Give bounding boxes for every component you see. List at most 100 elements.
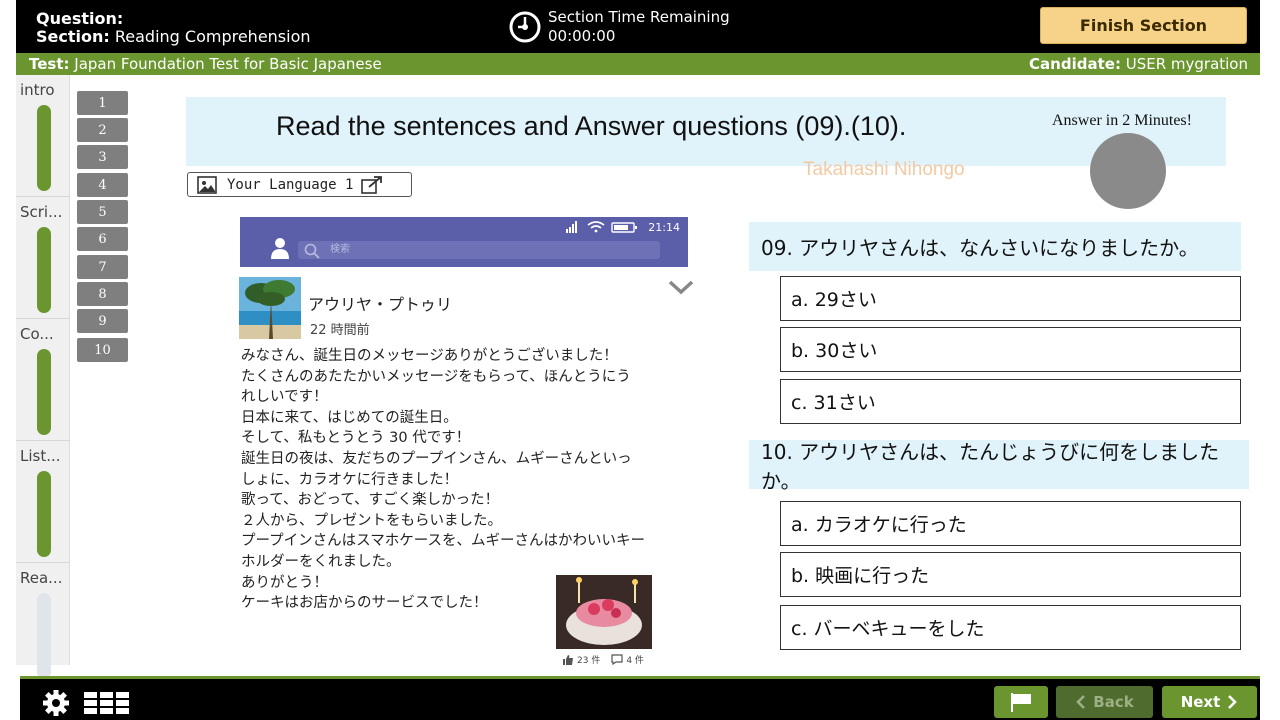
next-button[interactable]: Next [1162,686,1257,718]
section-progress-bar [37,349,51,435]
post-line: プープインさんはスマホケースを、ムギーさんはかわいいキー [241,533,645,550]
post-line: 日本に来て、はじめての誕生日。 [241,409,458,426]
question-number-button[interactable]: 7 [77,255,128,279]
section-script[interactable]: Scri... [16,197,70,319]
timer-value: 00:00:00 [548,27,616,45]
test-window: Question: Section: Reading Comprehension… [0,0,1280,720]
external-link-icon [361,175,383,194]
post-reactions: 23 件 4 件 [562,653,644,666]
clock-icon [509,11,541,43]
section-nav: intro Scri... Co... List... Rea... [16,75,70,679]
section-progress-bar [37,593,51,679]
post-line: 歌って、おどって、すごく楽しかった！ [241,492,500,509]
section-label: Section: [36,27,110,46]
post-line: みなさん、誕生日のメッセージありがとうございました！ [241,348,618,364]
left-gutter [0,0,16,720]
like-icon [563,655,573,665]
question-09-text: 09. アウリヤさんは、なんさいになりましたか。 [749,222,1241,271]
section-label: Scri... [20,203,63,221]
post-line: たくさんのあたたかいメッセージをもらって、ほんとうにう [241,368,631,385]
chevron-right-icon [1228,695,1238,709]
chevron-left-icon [1076,695,1086,709]
question-number-button[interactable]: 3 [77,145,128,169]
instruction-text: Read the sentences and Answer questions … [276,111,907,141]
back-button[interactable]: Back [1056,686,1153,718]
test-label: Test: [29,55,70,73]
finish-section-button[interactable]: Finish Section [1040,7,1247,44]
section-value: Reading Comprehension [114,27,311,46]
question-number-button[interactable]: 8 [77,282,128,306]
q10-option-b[interactable]: b. 映画に行った [780,552,1241,597]
section-label: Rea... [20,569,63,587]
section-label: List... [20,447,61,465]
flag-button[interactable] [994,686,1048,718]
search-field: 検索 [298,241,660,259]
like-count: 23 件 [577,656,601,666]
section-intro[interactable]: intro [16,75,70,197]
candidate-label: Candidate: [1029,55,1121,73]
question-number-button[interactable]: 2 [77,118,128,142]
image-icon [197,175,217,194]
question-10-text: 10. アウリヤさんは、たんじょうびに何をしましたか。 [749,440,1249,493]
q09-option-a[interactable]: a. 29さい [780,276,1241,321]
post-line: れしいです！ [241,389,328,406]
language-label: Your Language 1 [227,176,354,193]
question-number-button[interactable]: 4 [77,173,128,197]
post-line: そして、私もとうとう 30 代です！ [241,430,471,447]
timer-title: Section Time Remaining [548,8,730,26]
grid-menu-icon[interactable] [84,692,130,714]
post-line: ２人から、プレゼントをもらいました。 [241,512,502,529]
phone-app-bar: 21:14 検索 [240,217,688,267]
answer-time-note: Answer in 2 Minutes! [1052,112,1192,129]
post-line: しょに、カラオケに行きました！ [241,471,459,488]
question-number-button[interactable]: 9 [77,309,128,333]
question-number-button[interactable]: 10 [77,338,128,362]
section-conversation[interactable]: Co... [16,319,70,441]
comment-icon [611,654,623,665]
search-icon [304,243,320,259]
next-label: Next [1180,693,1221,711]
post-line: 誕生日の夜は、友だちのプープインさん、ムギーさんといっ [241,450,632,467]
comment-count: 4 件 [626,656,644,666]
section-label: Co... [20,325,54,343]
test-name: Japan Foundation Test for Basic Japanese [74,55,382,73]
section-listening[interactable]: List... [16,441,70,563]
q09-option-b[interactable]: b. 30さい [780,327,1241,372]
cake-photo [556,575,652,649]
chevron-down-icon [668,280,694,295]
test-info-bar: Test: Japan Foundation Test for Basic Ja… [16,53,1260,75]
candidate-name: USER mygration [1125,55,1248,73]
footer-bar: Back Next [20,676,1260,720]
question-number-button[interactable]: 5 [77,200,128,224]
section-progress-bar [37,105,51,191]
section-progress-bar [37,227,51,313]
section-progress-bar [37,471,51,557]
q10-option-c[interactable]: c. バーベキューをした [780,605,1241,650]
q10-option-a[interactable]: a. カラオケに行った [780,501,1241,546]
header-bar: Question: Section: Reading Comprehension… [16,0,1260,53]
status-time: 21:14 [648,221,680,234]
section-label: intro [20,81,55,99]
gear-icon[interactable] [38,689,74,717]
q09-option-c[interactable]: c. 31さい [780,379,1241,424]
right-gutter [1260,0,1280,720]
section-reading[interactable]: Rea... [16,563,70,685]
post-time: 22 時間前 [310,323,370,338]
flag-icon [1011,693,1031,712]
post-body: みなさん、誕生日のメッセージありがとうございました！ たくさんのあたたかいメッセ… [241,346,696,614]
avatar [239,277,301,339]
countdown-circle [1090,133,1166,209]
instruction-banner: Read the sentences and Answer questions … [186,97,1226,166]
your-language-button[interactable]: Your Language 1 [187,172,412,197]
signal-wifi-battery-icon [566,221,637,233]
question-label: Question: [36,9,124,28]
question-section-info: Question: Section: Reading Comprehension [36,10,311,46]
section-timer: Section Time Remaining 00:00:00 [508,8,730,46]
social-media-post: 21:14 検索 アウリヤ・プトゥリ 22 時間前 みなさん、誕生日のメッセージ… [238,215,698,670]
user-icon [271,238,289,259]
question-number-button[interactable]: 1 [77,91,128,115]
watermark: Takahashi Nihongo [803,159,965,180]
post-line: ホルダーをくれました。 [241,553,401,570]
question-number-button[interactable]: 6 [77,227,128,251]
post-author: アウリヤ・プトゥリ [308,295,453,314]
